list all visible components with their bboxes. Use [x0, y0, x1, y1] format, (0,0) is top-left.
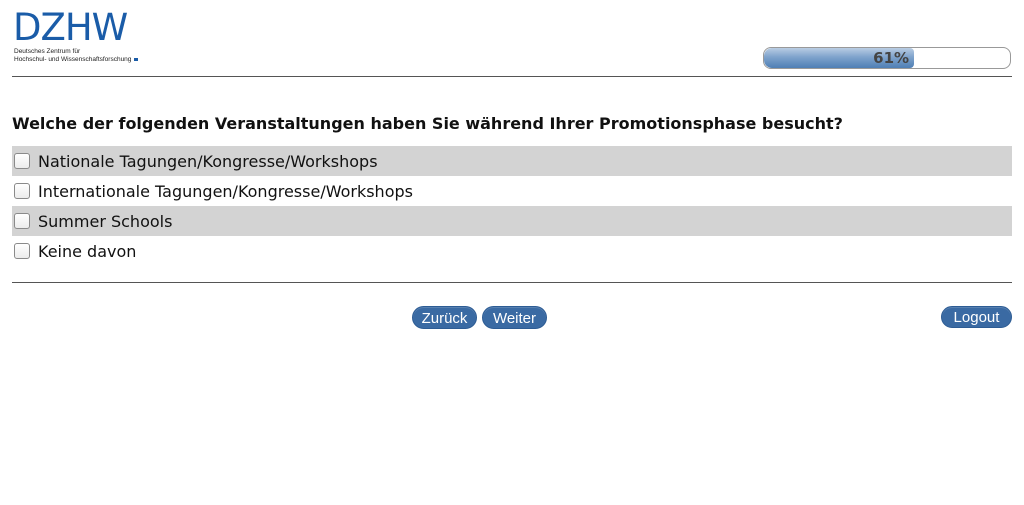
question-text: Welche der folgenden Veranstaltungen hab…: [12, 114, 843, 133]
answer-options: Nationale Tagungen/Kongresse/Workshops I…: [12, 146, 1012, 266]
logo-subtitle-line1: Deutsches Zentrum für: [14, 48, 81, 55]
option-label: Nationale Tagungen/Kongresse/Workshops: [38, 151, 378, 171]
logo-mark: DZHW: [13, 6, 128, 49]
back-button[interactable]: Zurück: [412, 306, 477, 329]
option-row[interactable]: Keine davon: [12, 236, 1012, 266]
option-label: Keine davon: [38, 241, 137, 261]
logout-button[interactable]: Logout: [941, 306, 1012, 328]
logo-subtitle-line2: Hochschul- und Wissenschaftsforschung: [14, 56, 132, 63]
logo-dot-icon: [134, 57, 139, 61]
next-button[interactable]: Weiter: [482, 306, 547, 329]
checkbox[interactable]: [14, 153, 30, 169]
checkbox[interactable]: [14, 213, 30, 229]
option-row[interactable]: Nationale Tagungen/Kongresse/Workshops: [12, 146, 1012, 176]
progress-percent-label: 61%: [873, 49, 910, 67]
survey-page: DZHW Deutsches Zentrum für Hochschul- un…: [0, 0, 1024, 505]
progress-bar: 61%: [763, 47, 1011, 69]
dzhw-logo: DZHW Deutsches Zentrum für Hochschul- un…: [13, 8, 153, 68]
checkbox[interactable]: [14, 183, 30, 199]
logo-subtitle: Deutsches Zentrum für Hochschul- und Wis…: [14, 48, 139, 64]
footer-divider: [12, 282, 1012, 283]
option-row[interactable]: Summer Schools: [12, 206, 1012, 236]
option-row[interactable]: Internationale Tagungen/Kongresse/Worksh…: [12, 176, 1012, 206]
logo-subtitle-line2-wrap: Hochschul- und Wissenschaftsforschung: [14, 56, 139, 64]
header-divider: [12, 76, 1012, 77]
checkbox[interactable]: [14, 243, 30, 259]
option-label: Summer Schools: [38, 211, 173, 231]
option-label: Internationale Tagungen/Kongresse/Worksh…: [38, 181, 413, 201]
